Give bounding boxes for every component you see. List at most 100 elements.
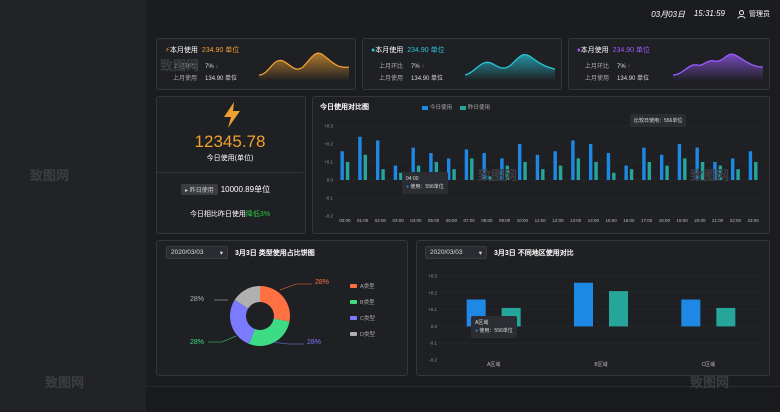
x-tick-label: 22:00 [730,218,742,223]
x-tick-label: 13:00 [570,218,582,223]
top-bar: 03月03日 15:31:59 管理员 [146,0,780,28]
legend-yesterday[interactable]: 昨日使用 [460,103,490,111]
legend-b[interactable]: B类型 [350,298,375,306]
kpi-title: ♦本月使用 234.90 单位 [577,47,650,54]
x-tick-label: 18:00 [659,218,671,223]
pie-label-lines [208,283,312,345]
bar [553,151,557,180]
region-bar-chart: +0.3 +0.2 +0.1 0.0 -0.1 -0.2 A区域 B区域 C区域 [428,274,762,368]
date-select-region[interactable]: 2020/03/03 ▾ [425,246,487,259]
date-select-pie[interactable]: 2020/03/03 ▾ [166,246,228,259]
kpi-card-water: ●本月使用 234.90 单位 上月环比 7% ↑ 上月使用 134.90 单位 [362,38,562,90]
y-tick-label: -0.1 [325,196,333,201]
bar [452,169,456,180]
bar [659,154,664,180]
today-value: 12345.78 [194,132,266,151]
y-tick-label: -0.1 [429,341,437,346]
user-menu[interactable]: 管理员 [737,9,770,19]
x-tick-label: 03:00 [392,218,404,223]
bar [754,162,758,180]
bar [588,144,593,180]
yesterday-tag: ▸ 昨日使用 [181,184,218,195]
bar [535,154,540,180]
watermark: 致图网 [478,168,518,183]
pie-label-c: 28% [307,339,322,346]
x-tick-label: 06:00 [446,218,458,223]
bar [612,172,616,180]
watermark: 致图网 [690,168,730,183]
footer-bar [146,386,780,412]
compare-tooltip: 比较日使用：556单位 [630,114,687,127]
watermark: 致图网 [45,375,85,390]
bar [606,153,611,180]
x-tick-label: 05:00 [428,218,440,223]
divider [157,172,303,173]
date-display: 03月03日 [651,10,685,19]
kpi-last-month: 上月使用 134.90 单位 [585,76,650,82]
chevron-down-icon: ▾ [478,250,482,257]
x-tick-label: 21:00 [712,218,724,223]
watermark: 致图网 [160,58,200,73]
legend-a[interactable]: A类型 [350,282,375,290]
x-tick-label: 12:00 [552,218,564,223]
yesterday-value: 10000.89单位 [220,185,271,194]
bar [340,151,344,180]
pie-label-b: 28% [190,339,205,346]
legend-today[interactable]: 今日使用 [422,103,452,111]
x-tick-label: 00:00 [339,218,351,223]
lightning-icon [224,102,240,128]
bar [681,299,701,327]
bar [363,154,368,180]
region-title: 3月3日 不同地区使用对比 [494,250,574,257]
watermark: 致图网 [690,375,730,390]
bar [464,149,469,180]
bar [624,165,628,180]
bar [393,165,398,180]
user-name: 管理员 [749,11,770,18]
sparkline-wave [465,53,555,81]
y-tick-label: +0.3 [428,274,437,279]
x-tick-label: 16:00 [623,218,635,223]
sidebar [0,0,146,411]
bar [558,165,563,180]
x-tick-label: 09:00 [499,218,511,223]
bar [594,162,598,180]
bar [375,140,380,180]
kpi-last-month: 上月使用 134.90 单位 [173,76,238,82]
y-tick-label: -0.2 [429,358,437,363]
bar [541,169,545,180]
bar [647,162,652,180]
arrow-up-icon: ↑ [627,64,631,70]
legend-c[interactable]: C类型 [350,314,375,322]
pie-title: 3月3日 类型使用占比饼图 [235,250,315,257]
kpi-title: ●本月使用 234.90 单位 [371,47,445,54]
bar [716,307,736,327]
sparkline-wave [259,52,349,81]
x-tick-label: 17:00 [641,218,653,223]
x-tick-label: C区域 [702,361,716,368]
y-tick-label: 0.0 [431,324,438,329]
bar [609,291,628,327]
bar [571,140,575,180]
x-tick-label: 19:00 [676,218,688,223]
x-tick-label: 11:00 [535,218,546,223]
today-label: 今日使用(单位) [206,155,254,162]
x-tick-label: 08:00 [481,218,493,223]
x-tick-label: 14:00 [588,218,600,223]
bar [345,162,350,180]
x-tick-label: 10:00 [517,218,529,223]
x-tick-label: 20:00 [694,218,706,223]
pie-legend: A类型 B类型 C类型 D类型 [350,282,375,346]
x-tick-label: 15:00 [605,218,617,223]
user-icon [737,9,746,19]
bar [730,158,735,180]
watermark: 致图网 [30,168,70,183]
kpi-last-month: 上月使用 134.90 单位 [379,76,444,82]
x-tick-label: 04:00 [410,218,422,223]
y-tick-label: +0.3 [324,124,333,129]
sparkline-wave [673,53,763,81]
bar [517,144,522,180]
arrow-up-icon: ↑ [421,64,425,70]
legend-d[interactable]: D类型 [350,330,375,338]
time-display: 15:31:59 [693,9,725,18]
